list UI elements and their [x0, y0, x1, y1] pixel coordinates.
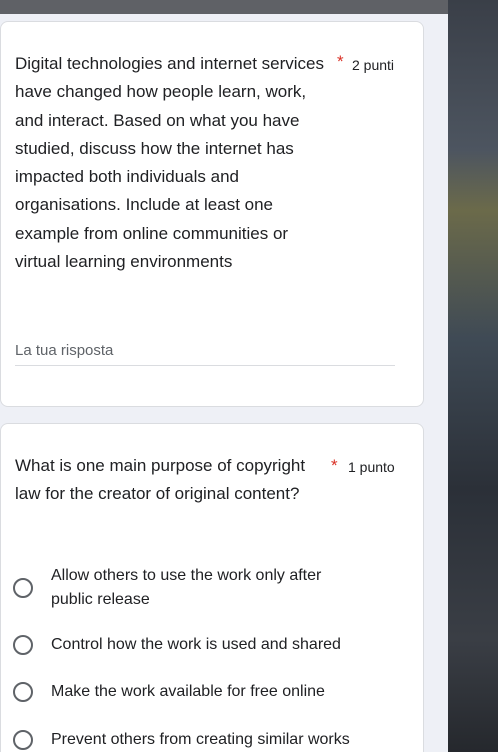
top-bar — [0, 0, 448, 14]
answer-input[interactable]: La tua risposta — [15, 342, 395, 366]
required-asterisk: * — [337, 52, 344, 71]
device-edge — [448, 0, 498, 752]
question-points: 2 punti — [352, 57, 395, 73]
question-title: What is one main purpose of copyright la… — [15, 456, 306, 504]
choice-label: Make the work available for free online — [51, 683, 325, 700]
question-points: 1 punto — [348, 459, 395, 475]
choice-option[interactable]: Allow others to use the work only after … — [13, 564, 413, 612]
question-card-multiple-choice: What is one main purpose of copyright la… — [0, 423, 424, 752]
question-title: Digital technologies and internet servic… — [15, 54, 325, 272]
choice-label: Allow others to use the work only after … — [51, 567, 322, 608]
choice-label: Control how the work is used and shared — [51, 636, 341, 653]
question-card-essay: Digital technologies and internet servic… — [0, 21, 424, 407]
radio-button[interactable] — [13, 682, 33, 702]
required-asterisk: * — [331, 456, 338, 475]
radio-button[interactable] — [13, 635, 33, 655]
choice-option[interactable]: Prevent others from creating similar wor… — [13, 728, 413, 752]
radio-button[interactable] — [13, 730, 33, 750]
choice-label: Prevent others from creating similar wor… — [51, 731, 350, 748]
choice-option[interactable]: Make the work available for free online — [13, 680, 413, 704]
choice-option[interactable]: Control how the work is used and shared — [13, 633, 413, 657]
radio-button[interactable] — [13, 578, 33, 598]
